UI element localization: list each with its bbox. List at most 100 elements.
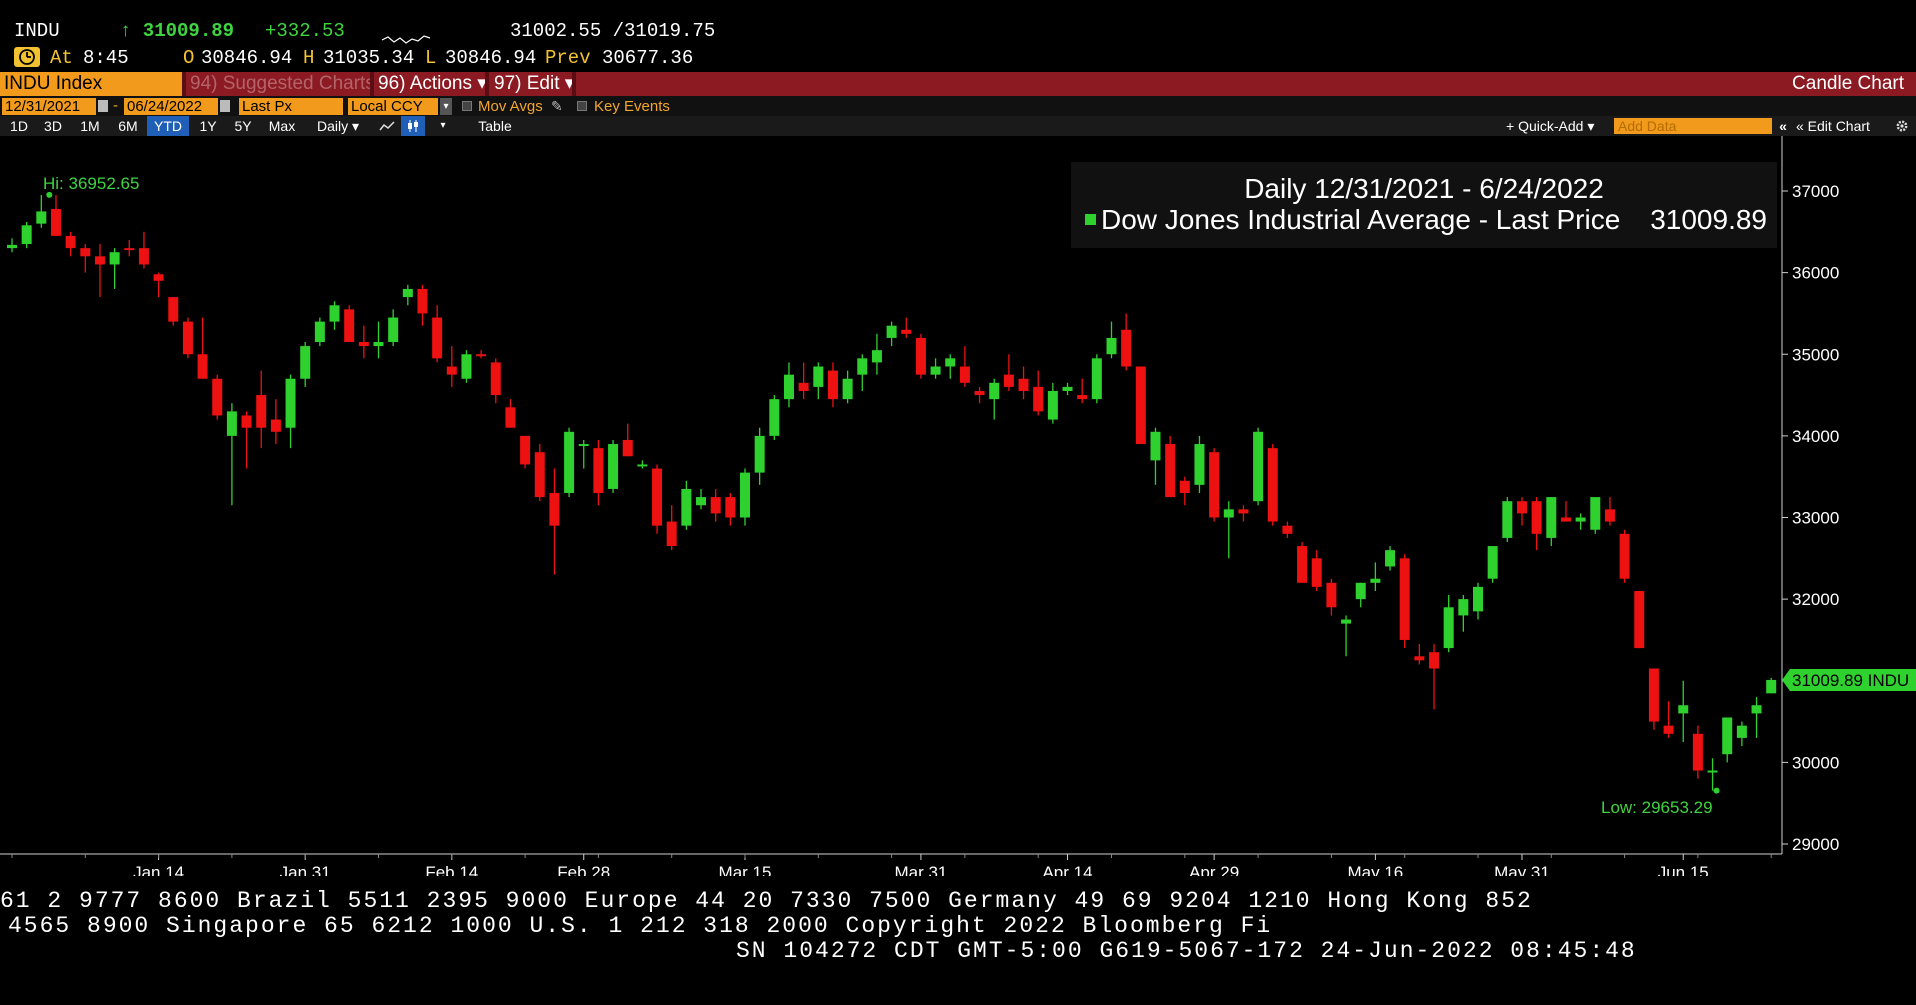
line-chart-icon[interactable]: [376, 116, 398, 136]
suggested-charts-button[interactable]: 94) Suggested Charts: [190, 72, 375, 96]
legend-series: Dow Jones Industrial Average - Last Pric…: [1101, 204, 1620, 235]
collapse-icon[interactable]: «: [1776, 116, 1790, 136]
calendar-icon[interactable]: [220, 100, 230, 112]
candle-body: [1003, 374, 1014, 387]
candle-body: [1648, 668, 1659, 722]
candle-body: [1722, 717, 1733, 755]
candle-body: [1238, 509, 1249, 514]
security-field[interactable]: INDU Index: [0, 72, 182, 96]
candle-body: [1619, 533, 1630, 579]
candle-body: [1429, 652, 1440, 669]
candle-body: [1077, 395, 1088, 400]
footer-line-1: 61 2 9777 8600 Brazil 5511 2395 9000 Eur…: [0, 888, 1533, 914]
period-select[interactable]: Daily ▾: [308, 116, 368, 136]
range-1d[interactable]: 1D: [4, 116, 34, 136]
low-value: 30846.94: [445, 47, 537, 69]
candle-body: [1575, 517, 1586, 522]
candle-body: [1707, 770, 1718, 773]
legend-title: Daily 12/31/2021 - 6/24/2022: [1244, 173, 1604, 204]
open-label: O: [183, 47, 195, 69]
end-date-input[interactable]: 06/24/2022: [124, 98, 218, 115]
candle-body: [959, 366, 970, 383]
candle-body: [1106, 337, 1117, 355]
candle-body: [1487, 546, 1498, 579]
chevron-down-icon[interactable]: ▾: [440, 98, 452, 115]
y-tick-label: 32000: [1792, 590, 1839, 609]
title-bar: INDU Index 94) Suggested Charts 96) Acti…: [0, 72, 1916, 96]
x-tick-label: May 16: [1348, 863, 1404, 876]
add-data-input[interactable]: Add Data: [1614, 118, 1772, 134]
candle-body: [1399, 558, 1410, 640]
candle-body: [871, 350, 882, 363]
y-tick-label: 33000: [1792, 509, 1839, 528]
candle-body: [1604, 509, 1615, 522]
candle-body: [1121, 329, 1132, 367]
candle-body: [534, 452, 545, 498]
range-max[interactable]: Max: [263, 116, 301, 136]
edit-menu[interactable]: 97) Edit ▾: [494, 72, 574, 96]
range-1y[interactable]: 1Y: [193, 116, 223, 136]
range-ytd[interactable]: YTD: [147, 116, 189, 136]
candle-body: [1531, 501, 1542, 534]
candle-body: [241, 415, 252, 428]
candle-body: [1165, 444, 1176, 498]
candle-body: [446, 366, 457, 375]
x-tick-label: Apr 29: [1189, 863, 1239, 876]
hi-annotation: Hi: 36952.65: [43, 174, 139, 193]
candle-body: [1267, 448, 1278, 522]
candle-body: [7, 244, 17, 249]
x-tick-label: Jan 31: [280, 863, 331, 876]
edit-chart-button[interactable]: « Edit Chart: [1796, 116, 1886, 136]
gear-icon[interactable]: [1892, 116, 1912, 136]
quick-add-button[interactable]: + Quick-Add ▾: [1506, 116, 1606, 136]
mov-avgs-checkbox[interactable]: [462, 101, 472, 111]
candle-body: [1062, 386, 1073, 391]
actions-menu[interactable]: 96) Actions ▾: [378, 72, 487, 96]
candle-body: [461, 354, 472, 379]
candle-body: [432, 317, 443, 359]
candle-body: [1751, 705, 1762, 714]
candle-body: [520, 435, 531, 465]
candle-body: [886, 325, 897, 338]
range-5y[interactable]: 5Y: [228, 116, 258, 136]
candle-body: [300, 346, 311, 379]
candle-body: [256, 395, 267, 428]
candle-body: [1355, 582, 1366, 600]
pencil-icon[interactable]: ✎: [551, 98, 563, 115]
calendar-icon[interactable]: [98, 100, 108, 112]
start-date-input[interactable]: 12/31/2021: [2, 98, 96, 115]
quote-time: 8:45: [83, 47, 129, 69]
candle-body: [989, 382, 1000, 400]
candle-body: [842, 378, 853, 400]
chevron-down-icon[interactable]: ▾: [436, 116, 450, 136]
candle-chart[interactable]: 2900030000310003200033000340003500036000…: [0, 136, 1916, 876]
low-annotation: Low: 29653.29: [1601, 798, 1713, 817]
divider: [370, 72, 374, 96]
divider: [182, 72, 186, 96]
candle-body: [1297, 546, 1308, 583]
candle-body: [769, 399, 780, 436]
table-button[interactable]: Table: [470, 116, 520, 136]
range-6m[interactable]: 6M: [112, 116, 144, 136]
candle-body: [798, 382, 809, 391]
candle-body: [754, 435, 765, 473]
candle-body: [226, 411, 237, 436]
range-3d[interactable]: 3D: [38, 116, 68, 136]
candle-body: [476, 354, 487, 357]
candle-body: [622, 439, 633, 457]
key-events-checkbox[interactable]: [577, 101, 587, 111]
currency-select[interactable]: Local CCY: [348, 98, 438, 115]
x-tick-label: Jun 15: [1658, 863, 1709, 876]
last-price-tag-label: 31009.89 INDU: [1792, 671, 1909, 690]
candle-body: [1047, 390, 1058, 420]
field-select[interactable]: Last Px: [239, 98, 343, 115]
candle-icon[interactable]: [401, 116, 425, 136]
candle-body: [21, 225, 32, 245]
candle-body: [827, 370, 838, 400]
candle-body: [930, 366, 941, 375]
candle-body: [153, 274, 164, 281]
range-1m[interactable]: 1M: [74, 116, 106, 136]
candle-body: [1473, 586, 1483, 612]
x-tick-label: Apr 14: [1042, 863, 1092, 876]
candle-body: [1150, 431, 1161, 461]
